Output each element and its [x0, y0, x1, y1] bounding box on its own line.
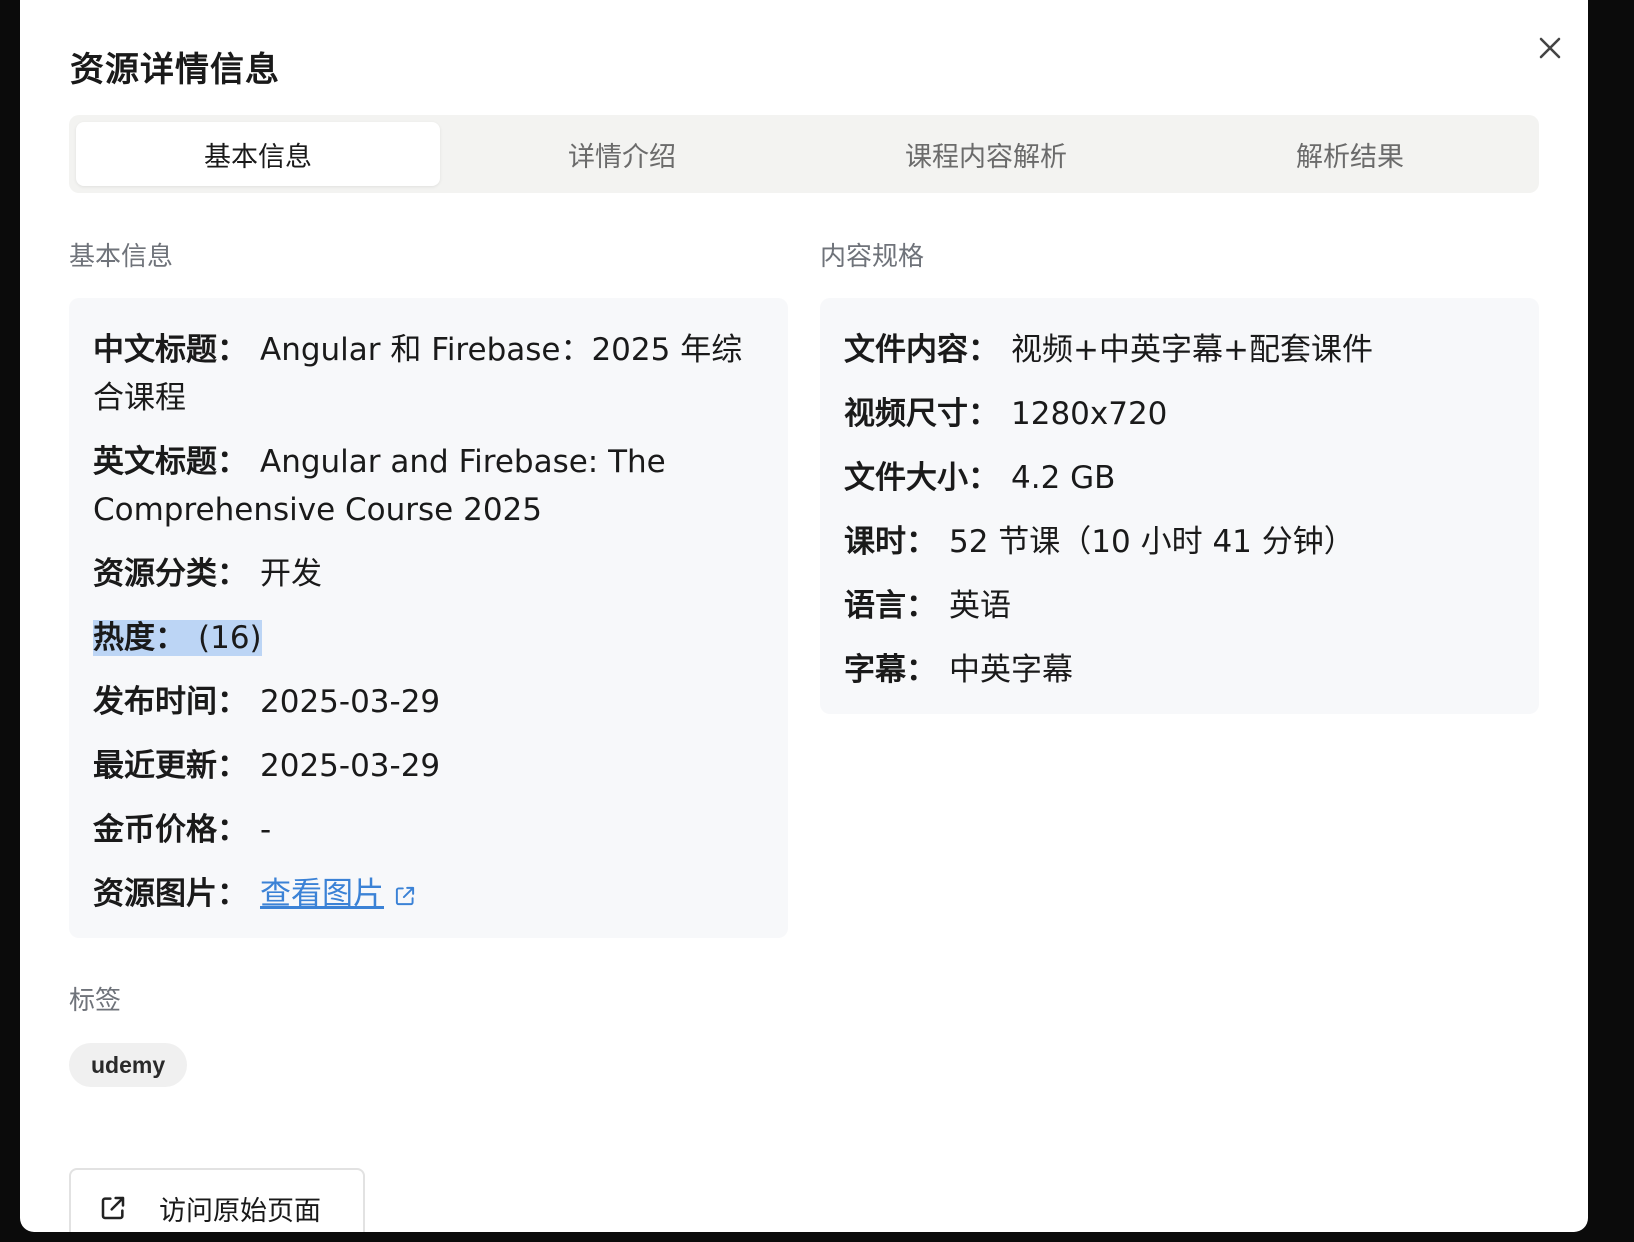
lessons-value: 52 节课（10 小时 41 分钟） [949, 524, 1355, 560]
file-size-value: 4.2 GB [1011, 460, 1116, 496]
price-value: - [260, 812, 272, 848]
file-size-row: 文件大小： 4.2 GB [844, 454, 1515, 502]
heat-label: 热度： [93, 620, 186, 656]
resolution-label: 视频尺寸： [844, 396, 999, 432]
tag-chip[interactable]: udemy [69, 1043, 188, 1087]
price-row: 金币价格： - [93, 806, 764, 854]
updated-row: 最近更新： 2025-03-29 [93, 742, 764, 790]
lessons-row: 课时： 52 节课（10 小时 41 分钟） [844, 518, 1515, 566]
published-label: 发布时间： [93, 684, 248, 720]
image-label: 资源图片： [93, 876, 248, 912]
updated-label: 最近更新： [93, 748, 248, 784]
file-content-value: 视频+中英字幕+配套课件 [1011, 332, 1373, 368]
tab-bar: 基本信息 详情介绍 课程内容解析 解析结果 [69, 115, 1539, 193]
resolution-row: 视频尺寸： 1280x720 [844, 390, 1515, 438]
subtitle-label: 字幕： [844, 652, 937, 688]
file-content-label: 文件内容： [844, 332, 999, 368]
lessons-label: 课时： [844, 524, 937, 560]
resolution-value: 1280x720 [1011, 396, 1168, 432]
language-label: 语言： [844, 588, 937, 624]
tab-course-analysis[interactable]: 课程内容解析 [804, 122, 1168, 186]
subtitle-value: 中英字幕 [949, 652, 1073, 688]
visit-original-page-button[interactable]: 访问原始页面 [69, 1168, 365, 1232]
heat-value: (16) [198, 620, 262, 656]
visit-original-page-label: 访问原始页面 [159, 1195, 321, 1227]
close-icon [1539, 37, 1561, 59]
published-row: 发布时间： 2025-03-29 [93, 678, 764, 726]
language-row: 语言： 英语 [844, 582, 1515, 630]
tab-analysis-result[interactable]: 解析结果 [1168, 122, 1532, 186]
resource-detail-modal: 资源详情信息 基本信息 详情介绍 课程内容解析 解析结果 基本信息 内容规格 中… [20, 0, 1588, 1232]
language-value: 英语 [949, 588, 1011, 624]
modal-title: 资源详情信息 [70, 50, 280, 90]
subtitle-row: 字幕： 中英字幕 [844, 646, 1515, 694]
heat-row: 热度： (16) [93, 614, 764, 662]
view-image-link[interactable]: 查看图片 [260, 876, 384, 912]
tab-detail-intro[interactable]: 详情介绍 [440, 122, 804, 186]
category-label: 资源分类： [93, 556, 248, 592]
image-row: 资源图片： 查看图片 [93, 870, 764, 918]
basic-info-card: 中文标题： Angular 和 Firebase：2025 年综合课程 英文标题：… [69, 298, 788, 938]
file-content-row: 文件内容： 视频+中英字幕+配套课件 [844, 326, 1515, 374]
tags-heading: 标签 [69, 986, 122, 1016]
cn-title-label: 中文标题： [93, 332, 248, 368]
en-title-row: 英文标题： Angular and Firebase: The Comprehen… [93, 438, 764, 534]
price-label: 金币价格： [93, 812, 248, 848]
file-size-label: 文件大小： [844, 460, 999, 496]
external-link-icon [101, 1196, 125, 1220]
content-spec-heading: 内容规格 [820, 242, 925, 272]
cn-title-row: 中文标题： Angular 和 Firebase：2025 年综合课程 [93, 326, 764, 422]
category-row: 资源分类： 开发 [93, 550, 764, 598]
updated-value: 2025-03-29 [260, 748, 441, 784]
en-title-label: 英文标题： [93, 444, 248, 480]
published-value: 2025-03-29 [260, 684, 441, 720]
tab-basic-info[interactable]: 基本信息 [76, 122, 440, 186]
basic-info-heading: 基本信息 [69, 242, 174, 272]
external-link-icon[interactable] [392, 883, 418, 909]
category-value: 开发 [260, 556, 322, 592]
content-spec-card: 文件内容： 视频+中英字幕+配套课件 视频尺寸： 1280x720 文件大小： 4.2… [820, 298, 1539, 714]
close-button[interactable] [1530, 28, 1570, 68]
